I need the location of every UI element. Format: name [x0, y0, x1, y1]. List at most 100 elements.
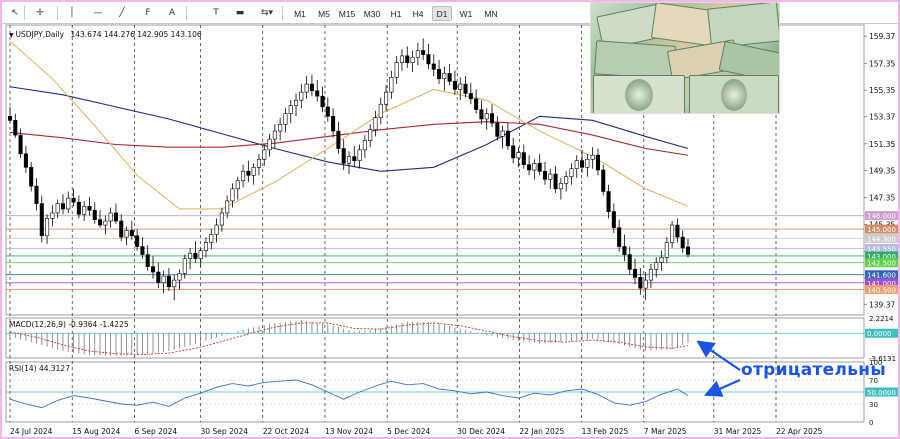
annotation-text: отрицательны	[741, 360, 886, 380]
candle-body	[267, 138, 272, 151]
candle-body	[474, 98, 479, 110]
candle-body	[664, 242, 669, 258]
candle-body	[352, 156, 357, 161]
candle-body	[574, 160, 579, 169]
rsi-label: RSI(14) 44.3127	[9, 364, 70, 373]
candle-body	[29, 167, 34, 187]
y-tick-label: 147.35	[869, 194, 895, 203]
candle-body	[532, 162, 537, 171]
candle-body	[484, 113, 489, 120]
candle-body	[479, 109, 484, 120]
ohlc-label: 143.674 144.276 142.905 143.106	[70, 30, 202, 39]
x-tick-label: 31 Mar 2025	[714, 427, 762, 436]
price-level-label: 144.300	[867, 235, 896, 243]
macd-label: MACD(12,26,9) -0.9364 -1.4225	[9, 320, 129, 329]
candle-body	[611, 211, 616, 229]
moving-average-line	[9, 40, 689, 210]
rsi-y-tick-label: 30	[869, 401, 878, 409]
candle-body	[7, 115, 13, 121]
y-tick-label: 139.37	[869, 301, 895, 310]
candle-body	[278, 124, 283, 132]
candle-body	[103, 220, 108, 226]
candle-body	[341, 148, 346, 164]
candle-body	[685, 246, 691, 255]
candle-body	[548, 173, 553, 180]
candle-body	[325, 106, 330, 117]
candle-body	[437, 69, 442, 80]
candle-body	[288, 105, 293, 114]
candle-body	[458, 83, 463, 90]
candle-body	[558, 183, 563, 190]
x-tick-label: 22 Oct 2024	[263, 427, 310, 436]
y-tick-label: 149.35	[869, 167, 895, 176]
candle-body	[580, 160, 585, 168]
candle-body	[315, 90, 320, 97]
candle-body	[193, 252, 198, 259]
candle-body	[209, 234, 214, 243]
candle-body	[516, 152, 521, 159]
symbol-label: USDJPY,Daily	[15, 30, 65, 39]
candle-body	[680, 236, 685, 249]
candle-body	[251, 167, 256, 176]
candle-body	[527, 164, 532, 171]
candle-body	[23, 153, 28, 168]
x-tick-label: 30 Sep 2024	[201, 427, 249, 436]
y-tick-label: 151.35	[869, 140, 895, 149]
candle-body	[108, 212, 113, 222]
candle-body	[166, 275, 171, 288]
candle-body	[145, 254, 150, 267]
candle-body	[362, 140, 367, 151]
candle-body	[601, 169, 606, 192]
candle-body	[235, 180, 240, 190]
candle-body	[39, 203, 44, 237]
x-tick-label: 5 Dec 2024	[387, 427, 430, 436]
candle-body	[156, 271, 161, 284]
candle-body	[66, 197, 71, 210]
candle-body	[368, 129, 373, 141]
candle-body	[203, 242, 209, 251]
candle-body	[399, 55, 404, 63]
candle-body	[542, 171, 548, 180]
price-level-label: 145.000	[867, 226, 896, 234]
candle-body	[113, 212, 118, 222]
price-level-label: 146.000	[867, 213, 896, 221]
candle-body	[564, 176, 569, 184]
x-tick-label: 22 Jan 2025	[519, 427, 564, 436]
macd-level-label: 0.0000	[867, 330, 892, 338]
candle-body	[172, 279, 177, 288]
candle-body	[283, 113, 288, 125]
terminal-window: ↖ ✛ │ — ╱ F A T ▬ ⇆▾ M1 M5 M15 M30 H1 H4 D1 W1 MN 24 Jul 2…	[2, 2, 898, 437]
symbol-header: ▼ USDJPY,Daily 143.674 144.276 142.905 1…	[9, 30, 202, 39]
candle-body	[421, 50, 426, 55]
candle-body	[246, 171, 251, 176]
rsi-y-tick-label: 0	[869, 419, 873, 427]
x-tick-label: 6 Sep 2024	[134, 427, 177, 436]
candle-body	[87, 205, 92, 211]
candle-body	[378, 103, 383, 118]
candle-body	[50, 212, 55, 219]
x-tick-label: 30 Dec 2024	[457, 427, 505, 436]
candle-body	[447, 73, 452, 82]
candle-body	[442, 73, 447, 80]
candle-body	[304, 83, 309, 93]
candle-body	[643, 279, 648, 289]
candle-body	[272, 130, 277, 140]
candle-body	[82, 205, 87, 215]
candle-body	[129, 230, 134, 237]
candle-body	[357, 149, 362, 161]
candle-body	[394, 62, 399, 78]
candle-body	[606, 191, 611, 212]
candle-body	[76, 201, 81, 215]
price-level-label: 140.500	[867, 286, 896, 294]
candle-body	[622, 246, 627, 255]
candle-body	[675, 224, 680, 238]
candle-body	[198, 250, 203, 259]
rsi-level-label: 50.0000	[867, 389, 896, 397]
candle-body	[500, 130, 505, 137]
candle-body	[654, 262, 659, 270]
candle-body	[177, 273, 182, 281]
candle-body	[219, 212, 224, 226]
candle-body	[331, 115, 336, 132]
candle-body	[230, 188, 235, 202]
candle-body	[495, 122, 500, 137]
